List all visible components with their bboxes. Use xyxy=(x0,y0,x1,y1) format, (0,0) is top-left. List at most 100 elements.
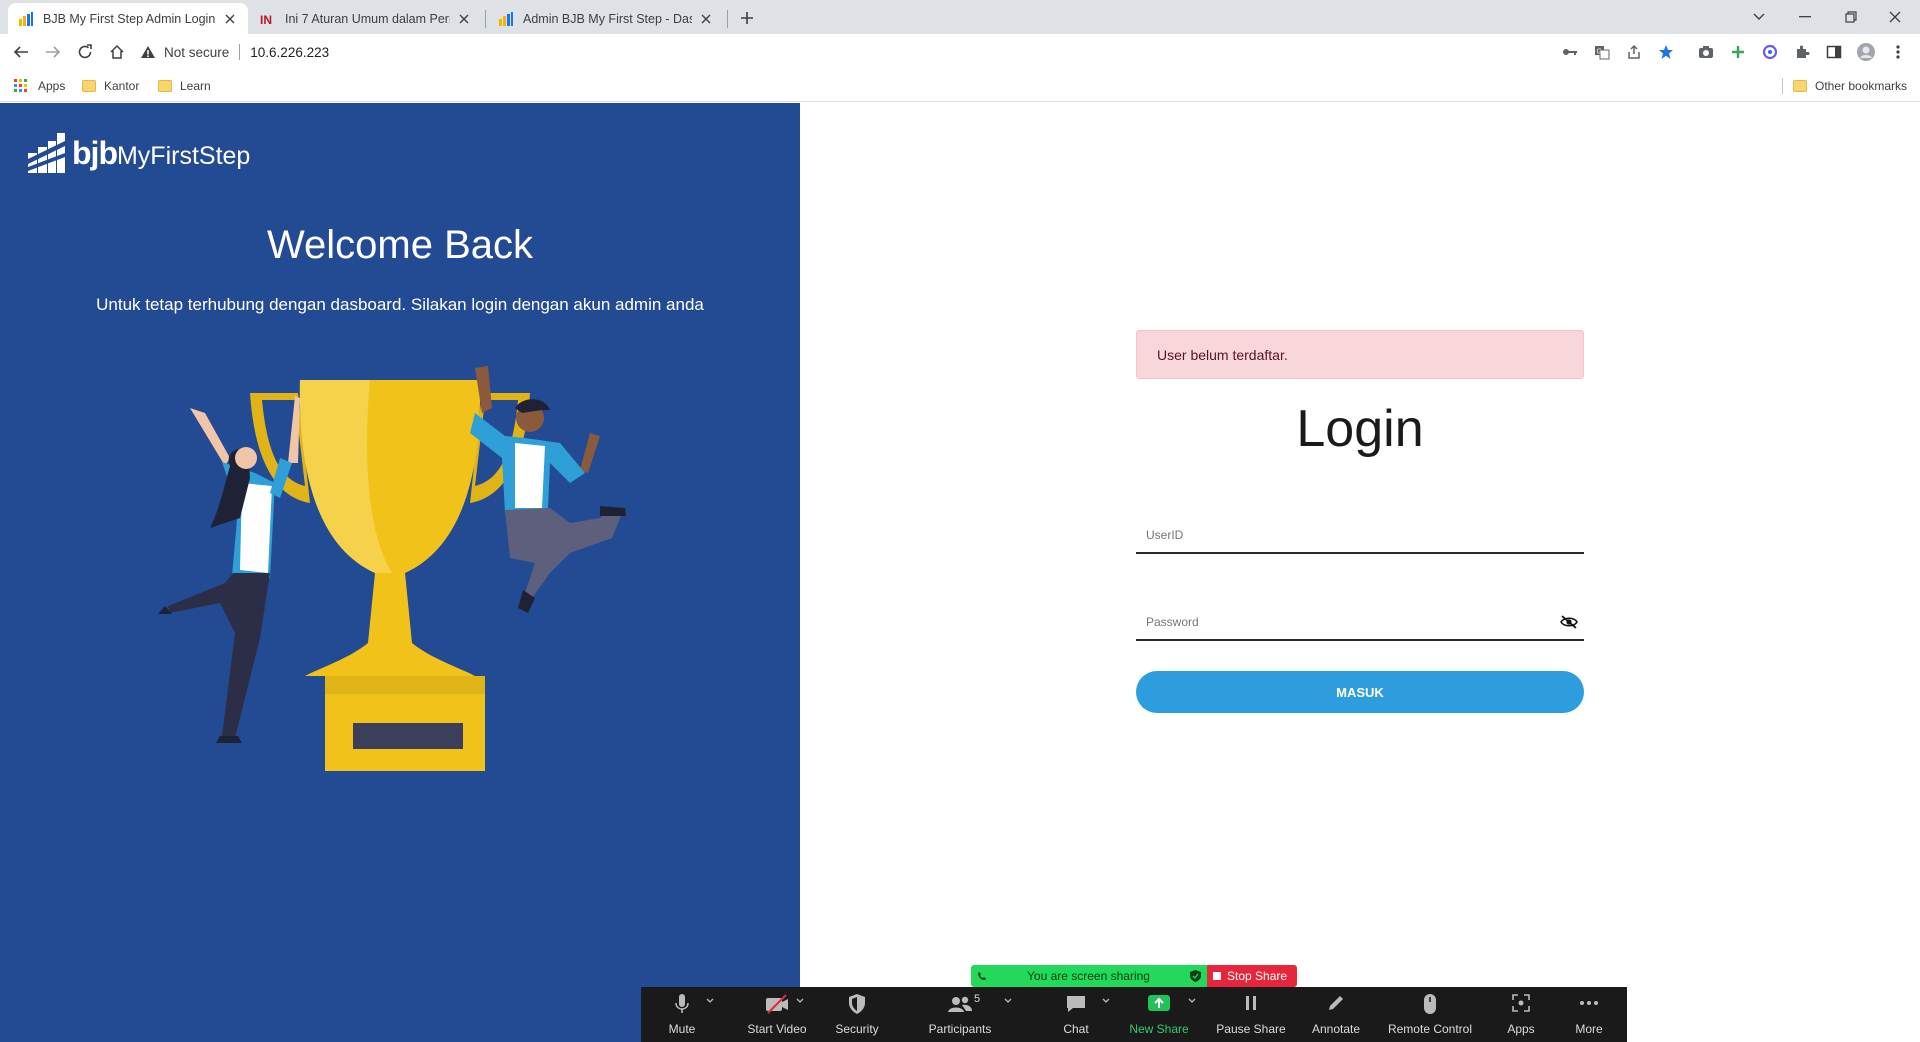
tab-search-chevron-icon[interactable] xyxy=(1748,6,1770,28)
login-page: bjbMyFirstStep Welcome Back Untuk tetap … xyxy=(0,103,1920,1042)
circle-extension-icon[interactable] xyxy=(1760,42,1780,62)
folder-icon xyxy=(158,80,172,92)
mute-label: Mute xyxy=(668,1022,696,1036)
browser-tab-bar: BJB My First Step Admin Login IN Ini 7 A… xyxy=(0,0,1920,34)
welcome-subtitle: Untuk tetap terhubung dengan dasboard. S… xyxy=(96,295,704,314)
bookmark-label: Learn xyxy=(180,79,211,93)
welcome-heading: Welcome Back xyxy=(266,223,533,267)
annotate-label: Annotate xyxy=(1311,1022,1361,1036)
password-field xyxy=(1136,605,1584,641)
participants-button[interactable]: Participants xyxy=(921,987,999,1042)
bookmark-label: Kantor xyxy=(104,79,140,93)
chevron-up-icon[interactable] xyxy=(1187,995,1197,1005)
omnibox-divider xyxy=(239,44,241,60)
chat-button[interactable]: Chat xyxy=(1051,987,1101,1042)
tab-close-icon[interactable] xyxy=(222,11,238,27)
userid-field xyxy=(1136,518,1584,554)
tab-separator xyxy=(727,10,728,28)
new-share-button[interactable]: New Share xyxy=(1127,987,1191,1042)
address-bar[interactable]: Not secure 10.6.226.223 xyxy=(140,38,1570,66)
chevron-up-icon[interactable] xyxy=(705,995,715,1005)
tab-aturan-umum[interactable]: IN Ini 7 Aturan Umum dalam Perma xyxy=(250,3,482,34)
pause-share-button[interactable]: Pause Share xyxy=(1211,987,1291,1042)
start-video-label: Start Video xyxy=(747,1022,807,1036)
back-arrow-icon[interactable] xyxy=(10,41,32,63)
menu-kebab-icon[interactable] xyxy=(1888,42,1908,62)
browser-toolbar: Not secure 10.6.226.223 G xyxy=(0,34,1920,70)
tab-close-icon[interactable] xyxy=(698,11,714,27)
bookmark-label: Other bookmarks xyxy=(1815,79,1908,93)
more-dots-icon xyxy=(1580,1001,1598,1005)
tab-admin-login[interactable]: BJB My First Step Admin Login xyxy=(8,3,248,34)
profile-avatar-icon[interactable] xyxy=(1856,42,1876,62)
mute-button[interactable]: Mute xyxy=(659,987,705,1042)
bjb-logo-icon xyxy=(28,133,65,173)
drag-phone-icon xyxy=(978,972,986,980)
restore-icon[interactable] xyxy=(1840,6,1862,28)
more-label: More xyxy=(1575,1022,1603,1036)
masuk-button[interactable]: MASUK xyxy=(1136,671,1584,713)
bjb-favicon-icon xyxy=(19,11,33,26)
participants-label: Participants xyxy=(928,1022,992,1036)
login-title: Login xyxy=(1296,400,1424,458)
share-screen-up-arrow-icon xyxy=(1148,995,1170,1011)
zoom-toolbar: Mute Start Video Security Participants 5… xyxy=(641,987,1627,1042)
security-status[interactable]: Not secure xyxy=(164,45,229,60)
remote-control-button[interactable]: Remote Control xyxy=(1381,987,1479,1042)
tab-separator xyxy=(485,10,486,28)
bookmark-kantor[interactable]: Kantor xyxy=(82,77,139,95)
security-button[interactable]: Security xyxy=(827,987,887,1042)
tab-admin-dashboard[interactable]: Admin BJB My First Step - Dashb xyxy=(488,3,724,34)
chat-bubble-icon xyxy=(1067,996,1085,1012)
tab-title: Admin BJB My First Step - Dashb xyxy=(523,11,692,26)
logo-rest-text: MyFirstStep xyxy=(116,141,251,170)
reload-icon[interactable] xyxy=(74,41,96,63)
chevron-up-icon[interactable] xyxy=(1101,995,1111,1005)
apps-label: Apps xyxy=(1507,1022,1535,1036)
folder-icon xyxy=(1793,80,1807,92)
minimize-icon[interactable] xyxy=(1794,6,1816,28)
eye-slash-icon[interactable] xyxy=(1560,615,1578,629)
side-panel-icon[interactable] xyxy=(1824,42,1844,62)
plus-extension-icon[interactable] xyxy=(1728,42,1748,62)
userid-input[interactable] xyxy=(1136,518,1584,552)
security-label: Security xyxy=(835,1022,879,1036)
more-button[interactable]: More xyxy=(1566,987,1612,1042)
new-tab-plus-icon[interactable] xyxy=(737,8,757,28)
microphone-icon xyxy=(675,994,689,1013)
apps-grid-icon xyxy=(14,79,27,92)
key-icon[interactable] xyxy=(1560,42,1580,62)
bookmark-learn[interactable]: Learn xyxy=(158,77,211,95)
tab-close-icon[interactable] xyxy=(456,11,472,27)
start-video-button[interactable]: Start Video xyxy=(737,987,817,1042)
annotate-button[interactable]: Annotate xyxy=(1301,987,1371,1042)
chevron-up-icon[interactable] xyxy=(1003,995,1013,1005)
home-icon[interactable] xyxy=(106,41,128,63)
bookmark-other[interactable]: Other bookmarks xyxy=(1793,77,1907,95)
chevron-up-icon[interactable] xyxy=(795,995,805,1005)
bookmarks-bar: Apps Kantor Learn Other bookmarks xyxy=(0,70,1920,102)
tab-title: BJB My First Step Admin Login xyxy=(43,11,216,26)
camera-extension-icon[interactable] xyxy=(1696,42,1716,62)
welcome-panel: bjbMyFirstStep Welcome Back Untuk tetap … xyxy=(0,103,800,1042)
participant-count: 5 xyxy=(974,993,981,1005)
apps-button[interactable]: Apps xyxy=(1498,987,1544,1042)
translate-icon[interactable]: G xyxy=(1592,42,1612,62)
mouse-icon xyxy=(1424,994,1436,1014)
bookmark-apps[interactable]: Apps xyxy=(14,77,65,95)
close-window-icon[interactable] xyxy=(1884,6,1906,28)
bookmark-star-icon[interactable] xyxy=(1656,42,1676,62)
security-shield-icon xyxy=(849,994,865,1014)
sharing-status[interactable]: You are screen sharing xyxy=(971,965,1207,987)
forward-arrow-icon[interactable] xyxy=(42,41,64,63)
login-panel: User belum terdaftar. Login MASUK xyxy=(800,103,1920,1042)
password-input[interactable] xyxy=(1136,605,1584,639)
in-favicon-icon: IN xyxy=(260,13,272,27)
url-text[interactable]: 10.6.226.223 xyxy=(250,45,329,60)
folder-icon xyxy=(82,80,96,92)
extensions-puzzle-icon[interactable] xyxy=(1792,42,1812,62)
pause-share-label: Pause Share xyxy=(1216,1022,1286,1036)
svg-text:G: G xyxy=(1597,49,1602,56)
share-page-icon[interactable] xyxy=(1624,42,1644,62)
stop-share-button[interactable]: Stop Share xyxy=(1207,965,1297,987)
